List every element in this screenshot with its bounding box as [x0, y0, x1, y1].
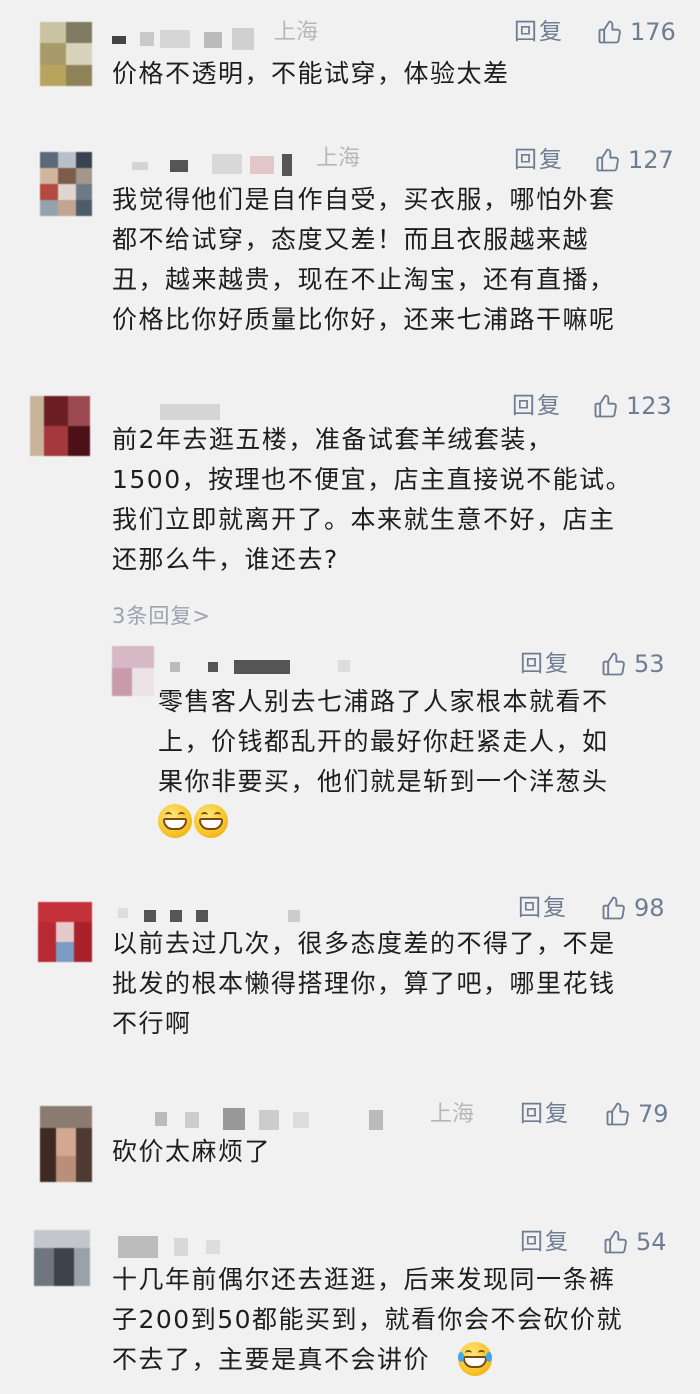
comment-text: 前2年去逛五楼，准备试套羊绒套装， 1500，按理也不便宜，店主直接说不能试。 … [112, 425, 633, 574]
reply-button[interactable]: 回复 [518, 894, 568, 922]
location-label: 上海 [430, 1102, 475, 1127]
location-label: 上海 [274, 20, 319, 45]
thumbs-up-icon [606, 1102, 629, 1126]
like-count: 127 [628, 146, 674, 174]
reply-button[interactable]: 回复 [512, 392, 562, 420]
thumbs-up-icon [598, 20, 621, 44]
avatar[interactable] [40, 22, 92, 86]
thumbs-up-icon [602, 652, 625, 676]
comment-text: 零售客人别去七浦路了人家根本就看不 上，价钱都乱开的最好你赶紧走人，如 果你非要… [158, 687, 609, 796]
like-count: 79 [638, 1100, 669, 1128]
comment-text: 我觉得他们是自作自受，买衣服，哪怕外套 都不给试穿，态度又差！而且衣服越来越 丑… [112, 185, 616, 334]
grin-emoji-icon [158, 804, 192, 838]
emoji-row [158, 804, 230, 838]
like-count: 53 [634, 650, 665, 678]
comment-text: 十几年前偶尔还去逛逛，后来发现同一条裤 子200到50都能买到，就看你会不会砍价… [112, 1265, 624, 1374]
thumbs-up-icon [602, 896, 625, 920]
reply-button[interactable]: 回复 [520, 1228, 570, 1256]
comment-item: 上海 回复 79 砍价太麻烦了 [0, 1090, 700, 1220]
like-button[interactable]: 127 [594, 145, 674, 175]
like-count: 123 [626, 392, 672, 420]
comment-text: 以前去过几次，很多态度差的不得了，不是 批发的根本懒得搭理你，算了吧，哪里花钱 … [112, 929, 616, 1038]
username-blurred[interactable] [118, 1230, 258, 1258]
comment-item: 回复 123 前2年去逛五楼，准备试套羊绒套装， 1500，按理也不便宜，店主直… [0, 380, 700, 640]
thumbs-up-icon [604, 1230, 627, 1254]
like-button[interactable]: 176 [596, 17, 676, 47]
reply-button[interactable]: 回复 [514, 18, 564, 46]
reply-button[interactable]: 回复 [520, 650, 570, 678]
reply-button[interactable]: 回复 [514, 146, 564, 174]
reply-item: 回复 53 零售客人别去七浦路了人家根本就看不 上，价钱都乱开的最好你赶紧走人，… [0, 640, 700, 880]
comment-item: 上海 回复 127 我觉得他们是自作自受，买衣服，哪怕外套 都不给试穿，态度又差… [0, 130, 700, 380]
view-replies-link[interactable]: 3条回复> [112, 600, 211, 630]
location-label: 上海 [316, 146, 361, 171]
username-blurred[interactable] [112, 148, 312, 176]
comment-item: 回复 98 以前去过几次，很多态度差的不得了，不是 批发的根本懒得搭理你，算了吧… [0, 880, 700, 1090]
laugh-cry-emoji-icon [458, 1342, 492, 1376]
like-button[interactable]: 79 [604, 1099, 669, 1129]
username-blurred[interactable] [170, 652, 370, 678]
like-button[interactable]: 98 [600, 893, 665, 923]
avatar[interactable] [30, 396, 90, 456]
comment-item: 上海 回复 176 价格不透明，不能试穿，体验太差 [0, 0, 700, 130]
avatar[interactable] [38, 902, 92, 962]
thumbs-up-icon [596, 148, 619, 172]
avatar[interactable] [40, 152, 92, 216]
like-button[interactable]: 123 [592, 391, 672, 421]
avatar[interactable] [40, 1106, 92, 1182]
grin-emoji-icon [194, 804, 228, 838]
like-button[interactable]: 53 [600, 649, 665, 679]
reply-button[interactable]: 回复 [520, 1100, 570, 1128]
avatar[interactable] [34, 1230, 90, 1286]
thumbs-up-icon [594, 394, 617, 418]
comment-item: 回复 54 十几年前偶尔还去逛逛，后来发现同一条裤 子200到50都能买到，就看… [0, 1220, 700, 1394]
like-count: 98 [634, 894, 665, 922]
like-count: 176 [630, 18, 676, 46]
like-count: 54 [636, 1228, 667, 1256]
comment-text: 价格不透明，不能试穿，体验太差 [112, 59, 510, 88]
comment-text: 砍价太麻烦了 [112, 1137, 272, 1166]
like-button[interactable]: 54 [602, 1227, 667, 1257]
username-blurred[interactable] [155, 1104, 415, 1130]
username-blurred[interactable] [112, 22, 262, 50]
avatar[interactable] [112, 646, 154, 696]
